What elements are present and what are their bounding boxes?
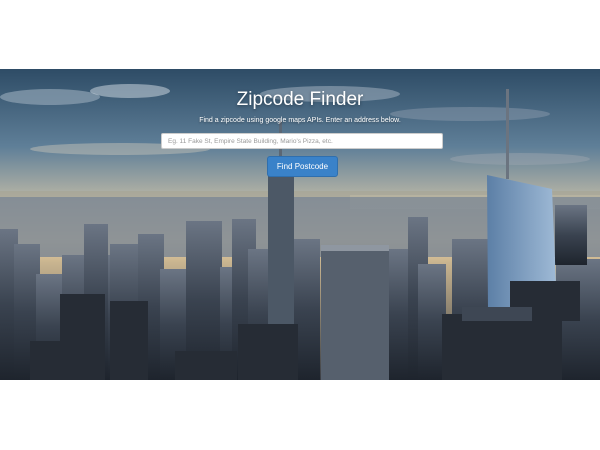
city-skyline-background <box>0 69 600 380</box>
page-subtitle: Find a zipcode using google maps APIs. E… <box>199 117 401 124</box>
page-title: Zipcode Finder <box>236 89 364 110</box>
find-postcode-button[interactable]: Find Postcode <box>267 156 338 177</box>
hero-section: Zipcode Finder Find a zipcode using goog… <box>0 69 600 380</box>
address-search-input[interactable] <box>161 133 443 149</box>
